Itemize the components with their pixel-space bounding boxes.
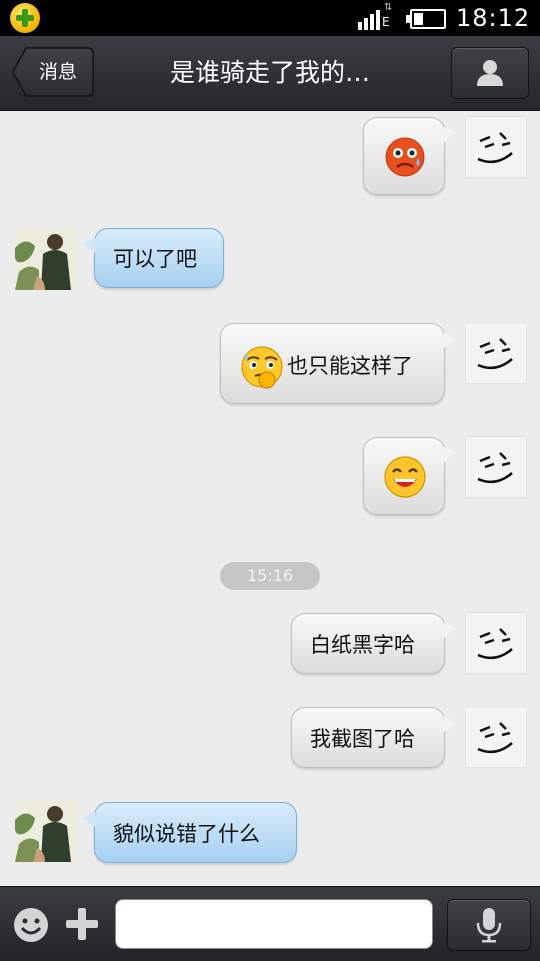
status-bar: ⇅ E 18:12 bbox=[0, 0, 540, 36]
message-text: 白纸黑字哈 bbox=[310, 633, 415, 657]
back-button[interactable]: 消息 bbox=[12, 47, 94, 97]
chat-header: 消息 是谁骑走了我的… bbox=[0, 36, 540, 111]
avatar-contact[interactable] bbox=[15, 800, 77, 862]
message-bubble[interactable] bbox=[363, 437, 456, 515]
microphone-icon bbox=[476, 908, 502, 943]
battery-icon bbox=[406, 9, 446, 29]
emoji-button[interactable] bbox=[12, 906, 50, 944]
back-label: 消息 bbox=[38, 61, 77, 83]
message-bubble[interactable]: 貌似说错了什么 bbox=[83, 802, 297, 863]
avatar-doodle-icon bbox=[477, 132, 513, 164]
input-bar bbox=[0, 886, 540, 961]
avatar-doodle-icon bbox=[477, 722, 513, 754]
network-type: E bbox=[382, 15, 390, 29]
avatar-doodle-icon bbox=[477, 452, 513, 484]
app-notification-icon bbox=[10, 3, 40, 33]
avatar-contact[interactable] bbox=[15, 228, 77, 290]
avatar-doodle-icon bbox=[477, 338, 513, 370]
data-activity-icon: ⇅ bbox=[384, 2, 393, 13]
message-text: 我截图了哈 bbox=[310, 727, 415, 751]
message-input[interactable] bbox=[115, 899, 433, 949]
avatar-self[interactable] bbox=[465, 322, 527, 384]
add-button[interactable] bbox=[64, 906, 100, 942]
voice-button[interactable] bbox=[447, 899, 531, 951]
message-bubble[interactable]: 可以了吧 bbox=[83, 228, 224, 288]
avatar-self[interactable] bbox=[465, 706, 527, 768]
avatar-doodle-icon bbox=[477, 628, 513, 660]
message-text: 貌似说错了什么 bbox=[113, 822, 260, 846]
avatar-self[interactable] bbox=[465, 116, 527, 178]
message-bubble[interactable]: 我截图了哈 bbox=[291, 707, 456, 768]
chat-title: 是谁骑走了我的… bbox=[169, 58, 370, 87]
contact-photo bbox=[15, 228, 77, 290]
grinning-face-emoji bbox=[384, 456, 426, 498]
sweating-thinking-emoji bbox=[241, 346, 283, 389]
crying-face-emoji bbox=[385, 137, 425, 177]
timestamp-divider: 15:16 bbox=[220, 562, 320, 590]
message-text: 可以了吧 bbox=[113, 247, 197, 271]
plus-icon bbox=[66, 908, 98, 940]
profile-button[interactable] bbox=[451, 47, 529, 99]
message-bubble[interactable] bbox=[363, 117, 456, 195]
message-bubble[interactable]: 白纸黑字哈 bbox=[291, 613, 456, 674]
contact-photo bbox=[15, 800, 77, 862]
avatar-self[interactable] bbox=[465, 612, 527, 674]
status-time: 18:12 bbox=[456, 4, 531, 32]
message-text: 也只能这样了 bbox=[287, 354, 413, 378]
avatar-self[interactable] bbox=[465, 436, 527, 498]
message-bubble[interactable]: 也只能这样了 bbox=[220, 323, 456, 404]
person-icon bbox=[477, 60, 503, 86]
smiley-icon bbox=[14, 908, 48, 942]
